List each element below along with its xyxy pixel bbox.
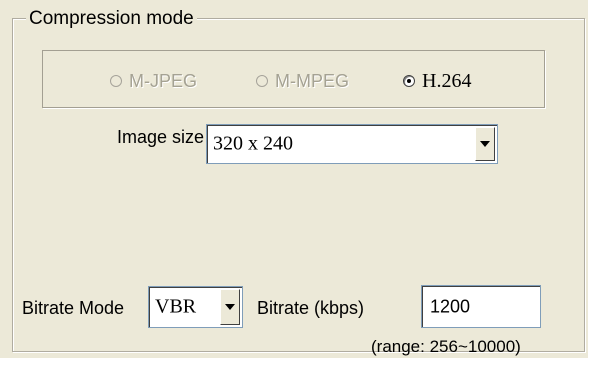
- radio-icon: [110, 75, 122, 87]
- bitrate-kbps-label: Bitrate (kbps): [257, 298, 365, 318]
- bitrate-mode-dropdown-button[interactable]: [220, 289, 240, 325]
- right-margin: [588, 0, 597, 371]
- bitrate-range-note: (range: 256~10000): [371, 337, 521, 356]
- image-size-select[interactable]: 320 x 240: [206, 124, 498, 164]
- radio-mmpeg-label: M-MPEG: [275, 71, 349, 91]
- bitrate-mode-select[interactable]: VBR: [148, 286, 243, 328]
- image-size-dropdown-button[interactable]: [475, 127, 495, 161]
- bitrate-kbps-input[interactable]: 1200: [421, 285, 541, 328]
- radio-mjpeg[interactable]: M-JPEG: [110, 70, 197, 92]
- bitrate-kbps-value: 1200: [430, 296, 471, 316]
- radio-mjpeg-label: M-JPEG: [129, 71, 198, 91]
- image-size-value: 320 x 240: [213, 132, 293, 155]
- image-size-label: Image size: [117, 127, 205, 147]
- compression-mode-title: Compression mode: [26, 8, 197, 30]
- radio-mmpeg[interactable]: M-MPEG: [256, 70, 349, 92]
- radio-selected-icon: [403, 75, 415, 87]
- radio-h264[interactable]: H.264: [403, 70, 471, 92]
- chevron-down-icon: [480, 141, 490, 147]
- compression-settings-panel: Compression mode M-JPEG M-MPEG H.264 Ima…: [0, 0, 597, 371]
- bitrate-mode-value: VBR: [155, 295, 197, 318]
- bottom-margin: [0, 358, 597, 371]
- bitrate-mode-label: Bitrate Mode: [22, 298, 125, 318]
- chevron-down-icon: [225, 304, 235, 310]
- radio-icon: [256, 75, 268, 87]
- radio-h264-label: H.264: [422, 70, 472, 92]
